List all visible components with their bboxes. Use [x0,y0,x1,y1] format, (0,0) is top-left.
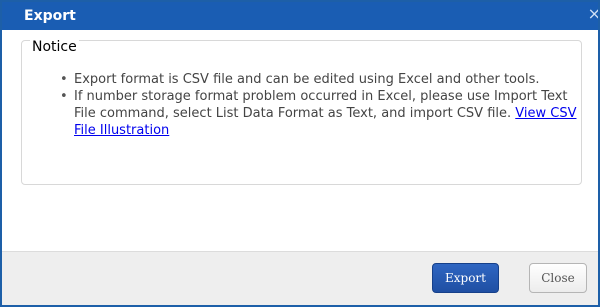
close-button[interactable]: Close [529,263,587,293]
notice-list: Export format is CSV file and can be edi… [60,71,580,139]
notice-item-csv-format: Export format is CSV file and can be edi… [60,71,580,88]
dialog-content: Notice Export format is CSV file and can… [2,30,598,254]
dialog-titlebar[interactable]: Export × [2,2,598,30]
notice-item-text: Export format is CSV file and can be edi… [74,72,540,87]
notice-box: Notice Export format is CSV file and can… [21,39,582,185]
close-icon[interactable]: × [588,5,598,23]
dialog-title: Export [24,8,76,24]
dialog-footer: Export Close [2,251,598,305]
export-button[interactable]: Export [432,263,499,293]
notice-item-import-help: If number storage format problem occurre… [60,88,580,139]
export-dialog: Export × Notice Export format is CSV fil… [0,0,600,307]
notice-legend: Notice [30,39,79,55]
notice-item-text: If number storage format problem occurre… [74,89,568,121]
